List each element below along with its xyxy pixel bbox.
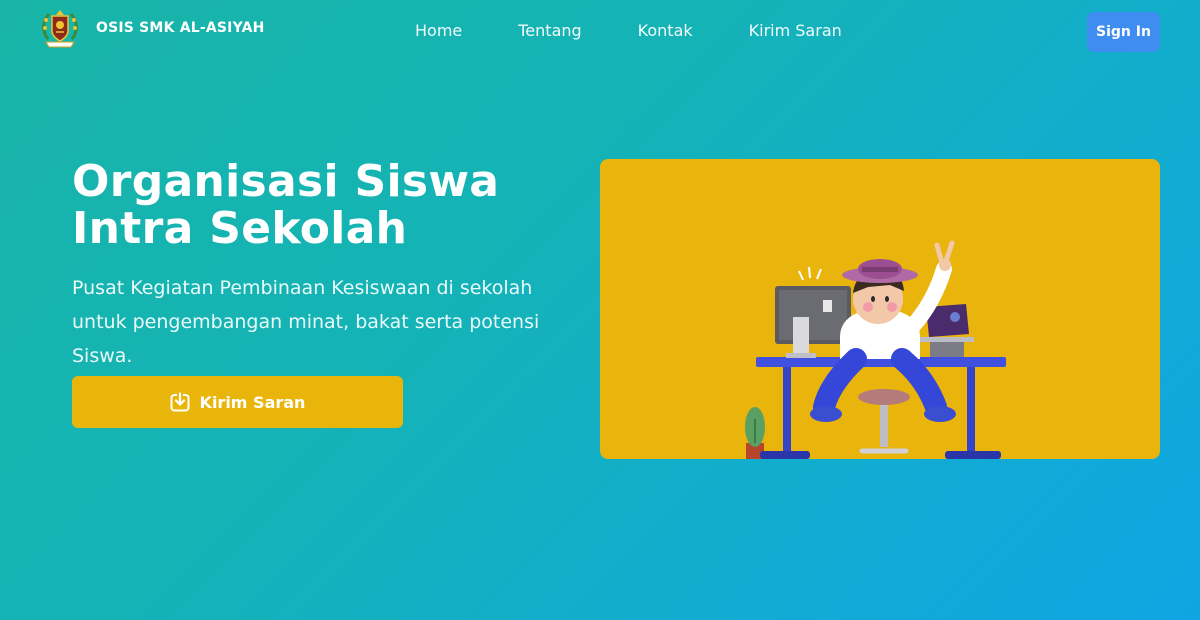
kirim-saran-button[interactable]: Kirim Saran [72, 376, 403, 428]
kirim-saran-label: Kirim Saran [199, 392, 306, 412]
nav-home[interactable]: Home [415, 21, 462, 40]
download-icon [170, 392, 190, 412]
hero-title-line1: Organisasi Siswa [72, 156, 500, 207]
brand-link[interactable]: OSIS SMK AL-ASIYAH [40, 7, 265, 49]
hero-description: Pusat Kegiatan Pembinaan Kesiswaan di se… [72, 277, 540, 367]
sign-in-button[interactable]: Sign In [1087, 12, 1160, 52]
nav-links: Home Tentang Kontak Kirim Saran [415, 21, 842, 40]
navbar: OSIS SMK AL-ASIYAH Home Tentang Kontak K… [0, 0, 1200, 64]
nav-kontak[interactable]: Kontak [638, 21, 693, 40]
hero-title: Organisasi Siswa Intra Sekolah [72, 158, 592, 252]
nav-tentang[interactable]: Tentang [518, 21, 581, 40]
nav-kirim-saran[interactable]: Kirim Saran [749, 21, 842, 40]
hero-illustration [600, 159, 1160, 459]
school-emblem-icon [42, 10, 78, 48]
person-at-desk-illustration [745, 240, 1006, 459]
brand-name: OSIS SMK AL-ASIYAH [96, 20, 265, 36]
hero-title-line2: Intra Sekolah [72, 203, 408, 254]
